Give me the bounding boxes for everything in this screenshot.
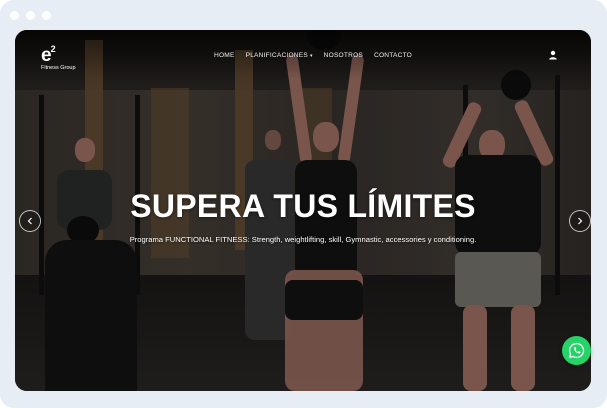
site-header: e2 Fitness Group HOME PLANIFICACIONES ▾ N… xyxy=(15,30,591,80)
main-nav: HOME PLANIFICACIONES ▾ NOSOTROS CONTACTO xyxy=(214,52,412,59)
hero-slider: e2 Fitness Group HOME PLANIFICACIONES ▾ N… xyxy=(15,30,591,391)
chevron-right-icon xyxy=(578,217,583,225)
window-dot xyxy=(42,11,51,20)
nav-item-home[interactable]: HOME xyxy=(214,52,235,59)
window-dot xyxy=(10,11,19,20)
nav-item-contacto[interactable]: CONTACTO xyxy=(374,52,412,59)
logo-subtitle: Fitness Group xyxy=(41,65,76,71)
browser-frame: e2 Fitness Group HOME PLANIFICACIONES ▾ N… xyxy=(0,0,607,408)
window-dots xyxy=(10,11,51,20)
hero-subtitle: Programa FUNCTIONAL FITNESS: Strength, w… xyxy=(129,235,477,244)
window-dot xyxy=(26,11,35,20)
site-logo[interactable]: e2 Fitness Group xyxy=(41,40,81,71)
whatsapp-button[interactable] xyxy=(562,336,591,365)
nav-item-planificaciones[interactable]: PLANIFICACIONES ▾ xyxy=(246,52,313,59)
hero-title: SUPERA TUS LÍMITES xyxy=(130,188,476,224)
nav-item-nosotros[interactable]: NOSOTROS xyxy=(324,52,363,59)
chevron-down-icon: ▾ xyxy=(309,53,313,59)
whatsapp-icon xyxy=(568,342,585,359)
user-icon[interactable] xyxy=(548,50,558,60)
logo-mark: e2 xyxy=(41,44,56,66)
slider-prev-button[interactable] xyxy=(19,210,41,232)
nav-item-label: PLANIFICACIONES xyxy=(245,52,308,59)
chevron-left-icon xyxy=(27,217,32,225)
slider-next-button[interactable] xyxy=(569,210,591,232)
